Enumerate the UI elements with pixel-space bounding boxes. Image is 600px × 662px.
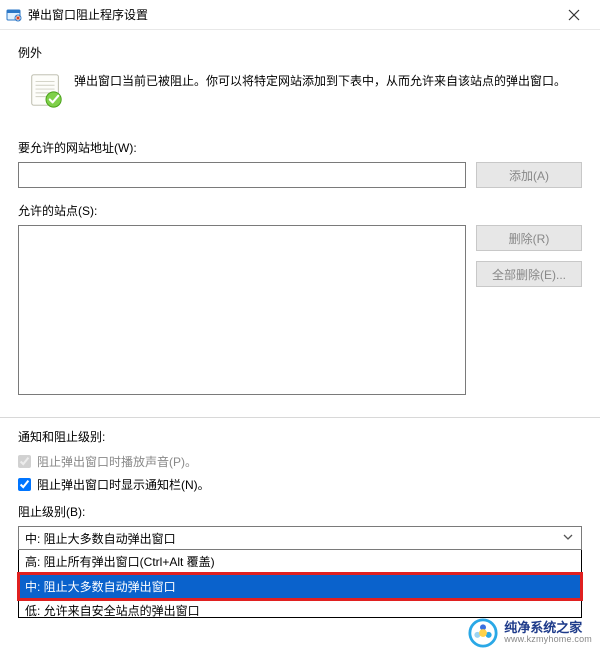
watermark-logo-icon [468,618,498,648]
play-sound-row[interactable]: 阻止弹出窗口时播放声音(P)。 [18,453,582,470]
allowed-sites-label: 允许的站点(S): [18,202,582,219]
remove-all-button[interactable]: 全部删除(E)... [476,261,582,287]
watermark: 纯净系统之家 www.kzmyhome.com [468,618,592,648]
combo-selected-text: 中: 阻止大多数自动弹出窗口 [25,530,176,547]
title-bar: 弹出窗口阻止程序设置 [0,0,600,30]
window-title: 弹出窗口阻止程序设置 [28,6,554,23]
blocking-level-combo[interactable]: 中: 阻止大多数自动弹出窗口 [18,526,582,550]
allowed-sites-block: 允许的站点(S): 删除(R) 全部删除(E)... [18,202,582,395]
notifications-heading: 通知和阻止级别: [18,428,582,445]
section-divider [0,417,600,418]
dropdown-item-high[interactable]: 高: 阻止所有弹出窗口(Ctrl+Alt 覆盖) [19,549,581,574]
add-button[interactable]: 添加(A) [476,162,582,188]
add-button-label: 添加(A) [509,167,549,184]
dropdown-item-low[interactable]: 低: 允许来自安全站点的弹出窗口 [19,599,581,617]
dialog-body: 例外 弹出窗口当前已被阻止。你可以将特定网站添加到下表中，从而允许来自该站点的弹… [0,30,600,618]
chevron-down-icon [561,531,575,545]
dropdown-item-medium[interactable]: 中: 阻止大多数自动弹出窗口 [19,574,581,599]
info-text: 弹出窗口当前已被阻止。你可以将特定网站添加到下表中，从而允许来自该站点的弹出窗口… [74,69,582,91]
info-icon-cell [18,69,74,125]
allowed-sites-buttons: 删除(R) 全部删除(E)... [476,225,582,287]
show-bar-label: 阻止弹出窗口时显示通知栏(N)。 [37,476,210,493]
address-input[interactable] [18,162,466,188]
remove-button[interactable]: 删除(R) [476,225,582,251]
window-icon [6,7,22,23]
show-bar-row[interactable]: 阻止弹出窗口时显示通知栏(N)。 [18,476,582,493]
play-sound-label: 阻止弹出窗口时播放声音(P)。 [37,453,197,470]
address-label: 要允许的网站地址(W): [18,139,582,156]
close-button[interactable] [554,1,594,29]
play-sound-checkbox [18,455,31,468]
watermark-url: www.kzmyhome.com [504,635,592,645]
blocking-level-block: 阻止级别(B): 中: 阻止大多数自动弹出窗口 高: 阻止所有弹出窗口(Ctrl… [18,503,582,618]
close-icon [568,9,580,21]
blocking-level-label: 阻止级别(B): [18,503,582,520]
address-field-block: 要允许的网站地址(W): 添加(A) [18,139,582,188]
show-bar-checkbox[interactable] [18,478,31,491]
blocking-level-dropdown: 高: 阻止所有弹出窗口(Ctrl+Alt 覆盖) 中: 阻止大多数自动弹出窗口 … [18,549,582,618]
remove-button-label: 删除(R) [509,230,550,247]
watermark-brand: 纯净系统之家 [504,621,592,635]
info-row: 弹出窗口当前已被阻止。你可以将特定网站添加到下表中，从而允许来自该站点的弹出窗口… [18,69,582,125]
allowed-sites-listbox[interactable] [18,225,466,395]
exceptions-heading: 例外 [18,44,582,61]
note-icon [27,71,65,112]
remove-all-button-label: 全部删除(E)... [492,266,566,283]
